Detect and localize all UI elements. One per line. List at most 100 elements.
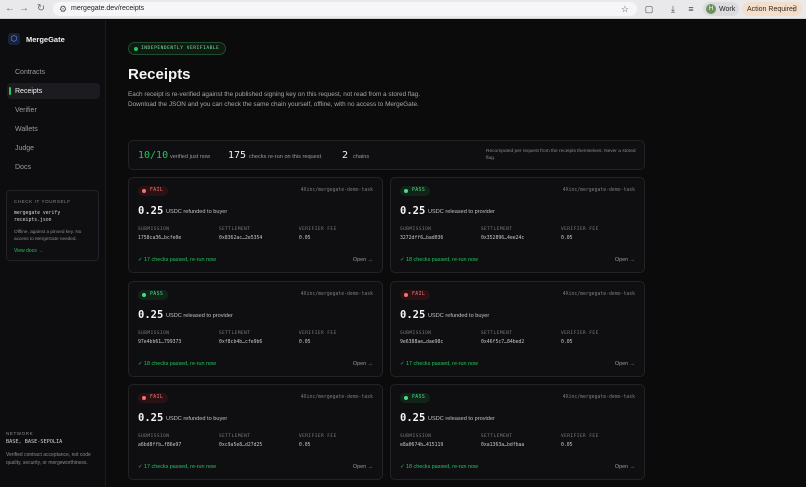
sidebar-item-judge[interactable]: Judge [7,140,100,156]
downloads-icon[interactable]: ⤓ [667,3,679,15]
check-it-yourself-panel: CHECK IT YOURSELF mergegate verify recei… [6,190,99,261]
amount-description: USDC refunded to buyer [166,416,228,422]
menu-icon[interactable]: ⋮ [790,4,798,14]
settlement-tx: 0xa1363a…bdfbaa [481,443,525,448]
sidebar-item-label: Judge [15,145,35,152]
checks-summary: ✓ 18 checks passed, re-run now [138,361,216,367]
forward-icon[interactable]: → [18,3,30,15]
settlement-tx: 0xc9a5e8…d27d25 [219,443,263,448]
verifiable-badge: INDEPENDENTLY VERIFIABLE [128,42,226,55]
submission-label: SUBMISSION [138,331,170,336]
browser-toolbar: ← → ↻ ⚙ mergegate.dev/receipts ☆ ▢ ⤓ ≡ H… [0,0,806,19]
submission-hash: e8a0674b…415119 [400,443,444,448]
active-indicator [9,87,11,95]
action-required-button[interactable]: Action Required ⋮ [742,2,802,16]
cli-command: mergegate verify receipts.json [14,210,60,224]
submission-label: SUBMISSION [400,434,432,439]
receipt-card[interactable]: PASS 4Xinc/mergegate-demo-task 0.25 USDC re… [128,281,383,377]
repo-name: 4Xinc/mergegate-demo-task [562,292,635,297]
profile-label: Work [719,6,736,13]
receipt-card[interactable]: FAIL 4Xinc/mergegate-demo-task 0.25 USDC re… [128,177,383,273]
open-link[interactable]: Open → [615,464,635,471]
settlement-label: SETTLEMENT [481,331,513,336]
open-link[interactable]: Open → [615,361,635,368]
submission-hash: 1758ca36…bcfe0e [138,236,182,241]
submission-label: SUBMISSION [400,331,432,336]
cli-command-line: receipts.json [14,218,52,223]
settlement-label: SETTLEMENT [219,434,251,439]
settlement-tx: 0x8362ac…2e5354 [219,236,263,241]
site-settings-icon[interactable]: ⚙ [59,3,67,15]
sidebar-item-contracts[interactable]: Contracts [7,64,100,80]
status-badge: PASS [138,290,169,300]
sidebar-item-docs[interactable]: Docs [7,159,100,175]
address-bar[interactable]: ⚙ mergegate.dev/receipts ☆ [53,2,637,16]
status-dot-icon [134,47,138,51]
tab-search-icon[interactable]: ≡ [685,3,697,15]
amount-description: USDC refunded to buyer [166,209,228,215]
checks-summary: ✓ 17 checks passed, re-run now [138,257,216,263]
amount: 0.25 [138,309,164,321]
cli-command-line: mergegate verify [14,211,61,216]
avatar: H [706,4,716,14]
settlement-label: SETTLEMENT [219,227,251,232]
receipt-card[interactable]: PASS 4Xinc/mergegate-demo-task 0.25 USDC re… [390,177,645,273]
receipt-card[interactable]: FAIL 4Xinc/mergegate-demo-task 0.25 USDC re… [390,281,645,377]
settlement-tx: 0x352896…4ee24c [481,236,525,241]
amount: 0.25 [138,412,164,424]
extensions-icon[interactable]: ▢ [643,3,655,15]
checks-label: checks re-run on this request [249,154,322,160]
view-docs-link[interactable]: View docs → [14,248,43,255]
verifier-fee-label: VERIFIER FEE [299,331,337,336]
amount: 0.25 [400,412,426,424]
open-link[interactable]: Open → [353,257,373,264]
sidebar-item-receipts[interactable]: Receipts [7,83,100,99]
verified-label: verified just now [170,154,211,160]
settlement-label: SETTLEMENT [219,331,251,336]
verifier-fee: 0.05 [299,443,311,448]
badge-label: INDEPENDENTLY VERIFIABLE [141,46,220,51]
reload-icon[interactable]: ↻ [35,3,47,15]
amount-description: USDC refunded to buyer [428,313,490,319]
open-link[interactable]: Open → [353,464,373,471]
status-badge: FAIL [138,186,169,196]
verifier-fee: 0.05 [299,236,311,241]
amount-description: USDC released to provider [166,313,233,319]
sidebar-item-wallets[interactable]: Wallets [7,121,100,137]
verifier-fee-label: VERIFIER FEE [299,434,337,439]
page-title: Receipts [128,66,191,83]
sidebar-item-verifier[interactable]: Verifier [7,102,100,118]
verifier-fee: 0.05 [561,443,573,448]
open-link[interactable]: Open → [615,257,635,264]
amount-description: USDC released to provider [428,416,495,422]
mergegate-logo-icon: ⬡ [8,33,20,45]
repo-name: 4Xinc/mergegate-demo-task [300,395,373,400]
profile-chip[interactable]: H Work [703,2,739,16]
settlement-label: SETTLEMENT [481,434,513,439]
checks-summary: ✓ 18 checks passed, re-run now [400,257,478,263]
verifier-fee-label: VERIFIER FEE [561,331,599,336]
sidebar-item-label: Verifier [15,107,37,114]
submission-hash: a6bd8ffb…f86e97 [138,443,182,448]
bookmark-star-icon[interactable]: ☆ [621,3,629,15]
sidebar-item-label: Receipts [15,88,43,95]
chains-count: 2 [342,150,349,161]
verifier-fee-label: VERIFIER FEE [299,227,337,232]
back-icon[interactable]: ← [4,3,16,15]
status-badge: FAIL [400,290,431,300]
chains-label: chains [353,154,370,160]
verifier-fee: 0.05 [561,340,573,345]
brand-name: MergeGate [26,35,65,44]
amount-description: USDC released to provider [428,209,495,215]
receipt-card[interactable]: PASS 4Xinc/mergegate-demo-task 0.25 USDC re… [390,384,645,480]
status-badge: PASS [400,186,431,196]
settlement-tx: 0x46f5c7…84bed2 [481,340,525,345]
amount: 0.25 [400,205,426,217]
verified-count: 10/10 [138,150,169,161]
submission-hash: 9e6388ae…dae98c [400,340,444,345]
checks-count: 175 [228,150,247,161]
open-link[interactable]: Open → [353,361,373,368]
sidebar-item-label: Docs [15,164,31,171]
receipt-card[interactable]: FAIL 4Xinc/mergegate-demo-task 0.25 USDC re… [128,384,383,480]
settlement-label: SETTLEMENT [481,227,513,232]
